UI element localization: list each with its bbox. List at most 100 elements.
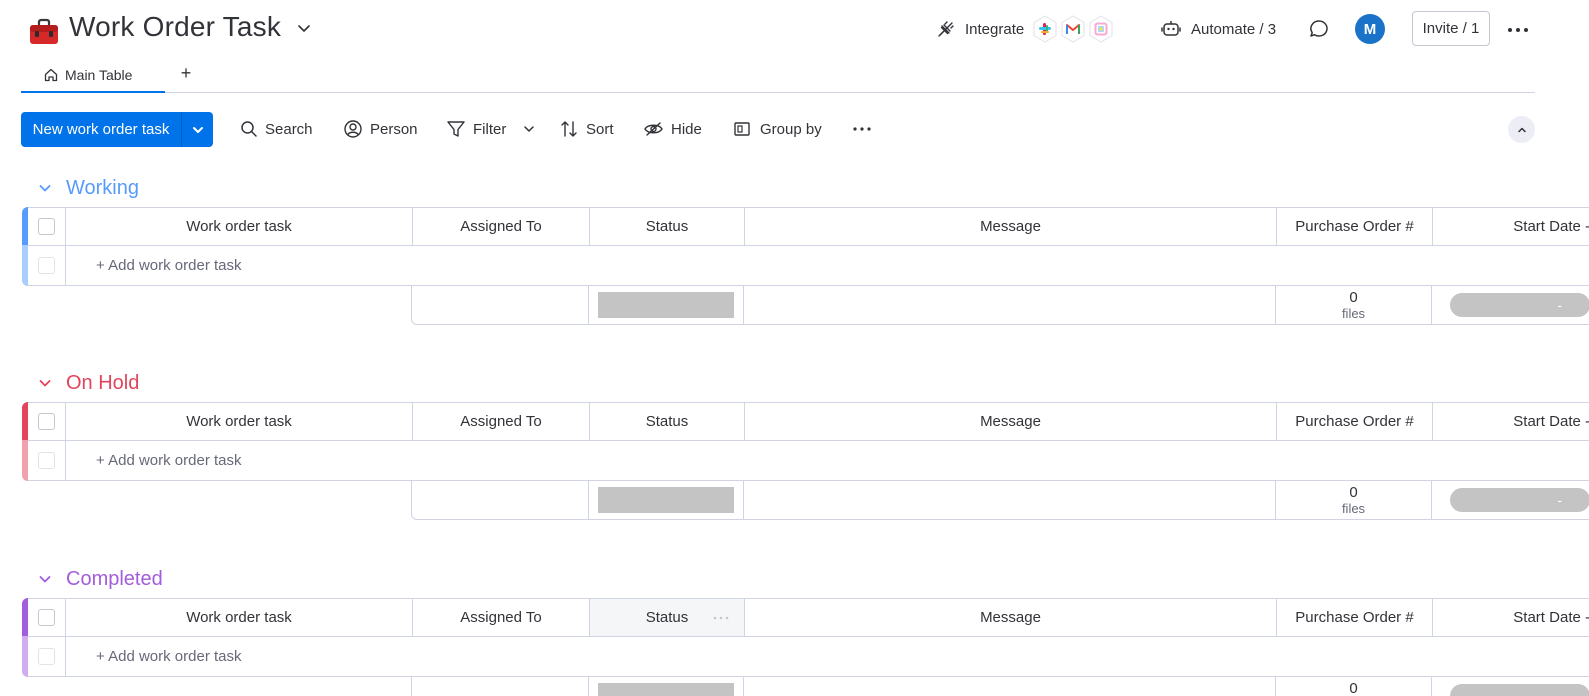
select-all-checkbox[interactable] xyxy=(38,413,55,430)
summary-date-cell: - xyxy=(1432,285,1589,324)
select-all-cell xyxy=(28,599,66,636)
automate-label: Automate / 3 xyxy=(1191,20,1277,38)
hide-button[interactable]: Hide xyxy=(643,117,702,141)
summary-status-cell[interactable] xyxy=(589,480,744,519)
group-by-button[interactable]: Group by xyxy=(733,117,822,141)
add-row-checkbox xyxy=(38,452,55,469)
summary-date-cell: - xyxy=(1432,480,1589,519)
calendar-icon xyxy=(1086,14,1116,44)
integrate-button[interactable]: Integrate xyxy=(936,14,1116,44)
group-header[interactable]: On Hold xyxy=(36,370,139,396)
status-summary-bar[interactable] xyxy=(598,487,734,513)
add-item-row[interactable]: + Add work order task xyxy=(22,245,1589,286)
invite-button[interactable]: Invite / 1 xyxy=(1412,11,1490,46)
group-by-icon xyxy=(734,122,750,136)
column-header-status[interactable]: Status xyxy=(590,403,745,440)
group-by-label: Group by xyxy=(760,120,822,138)
column-header-status-label: Status xyxy=(645,609,689,626)
column-header-status[interactable]: Status xyxy=(590,208,745,245)
column-header-assigned[interactable]: Assigned To xyxy=(413,403,590,440)
column-header-name[interactable]: Work order task xyxy=(66,403,413,440)
column-header-start-date[interactable]: Start Date - xyxy=(1433,403,1589,440)
date-range-summary[interactable]: - xyxy=(1450,488,1589,512)
search-button[interactable]: Search xyxy=(240,117,313,141)
integration-badges[interactable] xyxy=(1032,14,1116,44)
add-row-checkbox-cell xyxy=(28,637,66,676)
date-range-value: - xyxy=(1557,688,1562,696)
date-range-summary[interactable]: - xyxy=(1450,293,1589,317)
sort-button[interactable]: Sort xyxy=(559,117,614,141)
view-tabs: Main Table + xyxy=(21,58,1535,93)
add-item-input[interactable]: + Add work order task xyxy=(96,246,242,285)
avatar[interactable]: M xyxy=(1355,14,1385,44)
collapse-header-button[interactable] xyxy=(1508,116,1535,143)
files-unit: files xyxy=(1341,306,1366,321)
more-actions-icon[interactable] xyxy=(851,122,873,136)
add-item-row[interactable]: + Add work order task xyxy=(22,636,1589,677)
add-row-checkbox xyxy=(38,648,55,665)
new-item-label[interactable]: New work order task xyxy=(21,112,182,147)
add-item-input[interactable]: + Add work order task xyxy=(96,637,242,676)
summary-row: 0 files - xyxy=(411,480,1589,520)
chevron-down-icon[interactable] xyxy=(36,179,54,197)
date-range-value: - xyxy=(1557,492,1562,508)
group-title[interactable]: On Hold xyxy=(66,372,139,395)
column-header-start-date[interactable]: Start Date - xyxy=(1433,208,1589,245)
board-title[interactable]: Work Order Task xyxy=(69,11,281,43)
add-item-row[interactable]: + Add work order task xyxy=(22,440,1589,481)
files-count: 0 xyxy=(1349,484,1358,501)
group-title[interactable]: Completed xyxy=(66,568,163,591)
column-header-message[interactable]: Message xyxy=(745,599,1277,636)
table-header-row: Work order task Assigned To Status Messa… xyxy=(22,402,1589,441)
eye-hidden-icon xyxy=(644,122,663,136)
column-header-purchase-order[interactable]: Purchase Order # xyxy=(1277,599,1433,636)
column-header-start-date[interactable]: Start Date - xyxy=(1433,599,1589,636)
status-summary-bar[interactable] xyxy=(598,292,734,318)
group-header[interactable]: Working xyxy=(36,175,139,201)
add-row-checkbox xyxy=(38,257,55,274)
table-header-row: Work order task Assigned To Status Messa… xyxy=(22,598,1589,637)
column-header-purchase-order[interactable]: Purchase Order # xyxy=(1277,403,1433,440)
summary-status-cell[interactable] xyxy=(589,676,744,696)
select-all-checkbox[interactable] xyxy=(38,218,55,235)
add-view-button[interactable]: + xyxy=(175,62,197,84)
column-header-assigned[interactable]: Assigned To xyxy=(413,208,590,245)
select-all-cell xyxy=(28,403,66,440)
chevron-down-icon[interactable] xyxy=(36,374,54,392)
integrate-label: Integrate xyxy=(965,20,1025,38)
more-options-icon[interactable] xyxy=(1505,20,1531,40)
add-item-input[interactable]: + Add work order task xyxy=(96,441,242,480)
hide-label: Hide xyxy=(671,120,702,138)
select-all-checkbox[interactable] xyxy=(38,609,55,626)
filter-button[interactable]: Filter xyxy=(446,117,536,141)
column-header-status[interactable]: Status xyxy=(590,599,745,636)
column-header-message[interactable]: Message xyxy=(745,403,1277,440)
group-header[interactable]: Completed xyxy=(36,566,163,592)
column-header-name[interactable]: Work order task xyxy=(66,208,413,245)
chevron-down-icon[interactable] xyxy=(296,20,312,36)
new-item-dropdown[interactable] xyxy=(182,112,213,147)
date-range-summary[interactable]: - xyxy=(1450,684,1589,696)
column-header-message[interactable]: Message xyxy=(745,208,1277,245)
tab-main-table[interactable]: Main Table xyxy=(21,58,165,93)
column-header-purchase-order[interactable]: Purchase Order # xyxy=(1277,208,1433,245)
column-more-options-icon[interactable] xyxy=(712,610,730,626)
summary-message-cell xyxy=(744,676,1276,696)
chevron-down-icon[interactable] xyxy=(36,570,54,588)
status-summary-bar[interactable] xyxy=(598,683,734,696)
files-count: 0 xyxy=(1349,680,1358,696)
sort-icon xyxy=(561,121,577,137)
summary-row: 0 files - xyxy=(411,676,1589,696)
group-title[interactable]: Working xyxy=(66,177,139,200)
new-item-button[interactable]: New work order task xyxy=(21,112,213,147)
updates-button[interactable] xyxy=(1308,14,1330,44)
gmail-icon xyxy=(1058,14,1088,44)
column-header-assigned[interactable]: Assigned To xyxy=(413,599,590,636)
date-range-value: - xyxy=(1557,297,1562,313)
automate-button[interactable]: Automate / 3 xyxy=(1160,14,1276,44)
chevron-down-icon[interactable] xyxy=(522,122,536,136)
summary-status-cell[interactable] xyxy=(589,285,744,324)
column-header-name[interactable]: Work order task xyxy=(66,599,413,636)
plug-icon xyxy=(938,21,954,37)
person-filter-button[interactable]: Person xyxy=(343,117,418,141)
